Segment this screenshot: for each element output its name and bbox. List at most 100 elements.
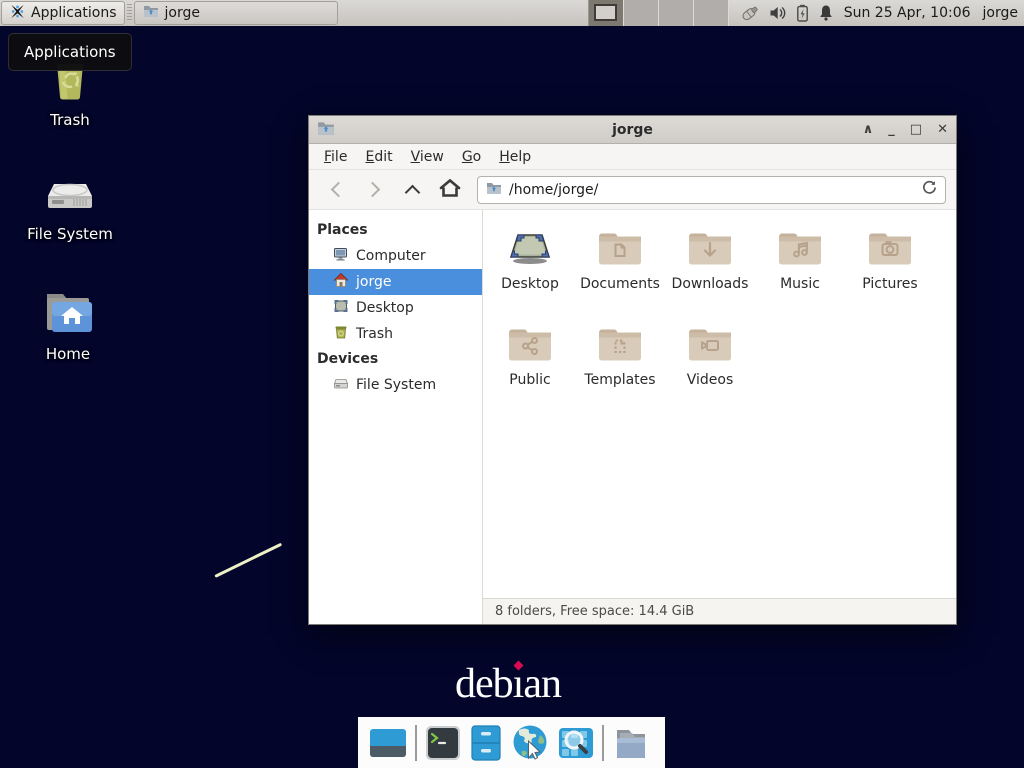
folder-label: Documents xyxy=(580,276,660,292)
back-button[interactable] xyxy=(319,175,353,205)
sidebar-devices-header: Devices xyxy=(309,347,482,372)
folder-desktop[interactable]: Desktop xyxy=(485,223,575,319)
window-controls: ∧ _ □ ✕ xyxy=(863,123,948,136)
desktop-icon-filesystem-label: File System xyxy=(27,225,113,243)
sidebar-item-jorge-label: jorge xyxy=(356,274,391,290)
sidebar-item-desktop[interactable]: Desktop xyxy=(309,295,482,321)
menu-edit[interactable]: Edit xyxy=(356,146,401,168)
window-toolbar: /home/jorge/ xyxy=(309,170,956,210)
web-browser-launcher[interactable] xyxy=(510,723,550,763)
menu-view[interactable]: View xyxy=(402,146,453,168)
filesystem-drive-icon xyxy=(46,170,94,218)
show-desktop-button[interactable] xyxy=(368,724,408,762)
workspace-1[interactable] xyxy=(589,0,624,26)
location-bar[interactable]: /home/jorge/ xyxy=(477,176,946,204)
sidebar-item-computer[interactable]: Computer xyxy=(309,243,482,269)
shade-button[interactable]: ∧ xyxy=(863,123,874,136)
input-device-icon[interactable] xyxy=(741,4,760,22)
menu-file[interactable]: File xyxy=(315,146,356,168)
battery-icon[interactable] xyxy=(796,4,809,22)
sidebar-item-desktop-label: Desktop xyxy=(356,300,414,316)
folder-music[interactable]: Music xyxy=(755,223,845,319)
taskbar-window-label: jorge xyxy=(165,5,200,21)
window-menubar: File Edit View Go Help xyxy=(309,144,956,170)
applications-menu-button[interactable]: Applications xyxy=(1,1,125,25)
computer-icon xyxy=(333,246,349,266)
sidebar-item-filesystem-label: File System xyxy=(356,377,436,393)
app-finder-launcher[interactable] xyxy=(557,725,595,761)
terminal-launcher[interactable] xyxy=(424,724,462,762)
folder-videos[interactable]: Videos xyxy=(665,319,755,415)
desktop-icon-home[interactable]: Home xyxy=(13,290,123,363)
folder-label: Downloads xyxy=(672,276,749,292)
public-folder-icon xyxy=(506,319,554,367)
panel-handle[interactable] xyxy=(127,4,132,22)
folder-pictures[interactable]: Pictures xyxy=(845,223,935,319)
taskbar-folder-icon xyxy=(143,4,159,22)
path-text[interactable]: /home/jorge/ xyxy=(509,182,915,198)
file-manager-launcher[interactable] xyxy=(469,724,503,762)
reload-icon[interactable] xyxy=(922,180,937,199)
desktop-icon-trash-label: Trash xyxy=(50,111,90,129)
folder-label: Templates xyxy=(584,372,655,388)
statusbar: 8 folders, Free space: 14.4 GiB xyxy=(483,598,956,624)
folder-launcher[interactable] xyxy=(611,724,651,762)
folder-documents[interactable]: Documents xyxy=(575,223,665,319)
sidebar-item-jorge[interactable]: jorge xyxy=(309,269,482,295)
desktop-place-icon xyxy=(333,298,349,318)
debian-logo: debıan xyxy=(455,660,561,708)
workspace-3[interactable] xyxy=(659,0,694,26)
debian-logo-i: ı xyxy=(513,661,524,707)
sidebar-item-computer-label: Computer xyxy=(356,248,426,264)
window-body: Places Computer xyxy=(309,210,956,624)
up-button[interactable] xyxy=(395,175,429,205)
templates-folder-icon xyxy=(596,319,644,367)
desktop-icon-filesystem[interactable]: File System xyxy=(15,170,125,243)
volume-icon[interactable] xyxy=(769,5,787,21)
maximize-button[interactable]: □ xyxy=(910,123,922,136)
folder-templates[interactable]: Templates xyxy=(575,319,665,415)
up-icon xyxy=(404,184,420,200)
forward-button[interactable] xyxy=(357,175,391,205)
folder-downloads[interactable]: Downloads xyxy=(665,223,755,319)
minimize-button[interactable]: _ xyxy=(888,123,895,136)
file-manager-window: jorge ∧ _ □ ✕ File Edit View Go Help xyxy=(308,115,957,625)
notifications-bell-icon[interactable] xyxy=(818,4,834,22)
menu-help[interactable]: Help xyxy=(490,146,540,168)
folder-label: Public xyxy=(509,372,550,388)
dock-separator xyxy=(602,725,604,761)
pathbar-folder-icon xyxy=(486,180,502,199)
sidebar-item-trash[interactable]: Trash xyxy=(309,321,482,347)
close-button[interactable]: ✕ xyxy=(937,123,948,136)
window-folder-icon xyxy=(317,120,335,140)
sidebar-item-trash-label: Trash xyxy=(356,326,393,342)
file-grid: Desktop xyxy=(483,210,956,598)
drive-icon xyxy=(333,375,349,395)
window-titlebar[interactable]: jorge ∧ _ □ ✕ xyxy=(309,116,956,144)
workspace-4[interactable] xyxy=(694,0,729,26)
menu-go[interactable]: Go xyxy=(453,146,490,168)
sidebar-places-header: Places xyxy=(309,218,482,243)
taskbar-window-button[interactable]: jorge xyxy=(134,1,338,25)
system-tray xyxy=(741,4,834,22)
pictures-folder-icon xyxy=(866,223,914,271)
panel-right-group: Sun 25 Apr, 10:06 jorge xyxy=(588,0,1024,26)
workspace-2[interactable] xyxy=(624,0,659,26)
panel-username[interactable]: jorge xyxy=(983,5,1018,21)
folder-label: Pictures xyxy=(862,276,917,292)
back-icon xyxy=(330,182,346,198)
debian-red-dot xyxy=(513,661,523,671)
applications-menu-label: Applications xyxy=(31,5,117,21)
panel-clock[interactable]: Sun 25 Apr, 10:06 xyxy=(844,5,971,21)
home-button[interactable] xyxy=(433,175,467,205)
home-icon xyxy=(439,178,461,202)
workspace-switcher[interactable] xyxy=(588,0,729,26)
folder-public[interactable]: Public xyxy=(485,319,575,415)
trash-place-icon xyxy=(333,324,349,344)
sidebar: Places Computer xyxy=(309,210,483,624)
applications-tooltip: Applications xyxy=(8,33,132,71)
bottom-dock xyxy=(358,717,665,768)
folder-label: Music xyxy=(780,276,820,292)
sidebar-item-filesystem[interactable]: File System xyxy=(309,372,482,398)
stray-line-artifact xyxy=(214,543,282,578)
